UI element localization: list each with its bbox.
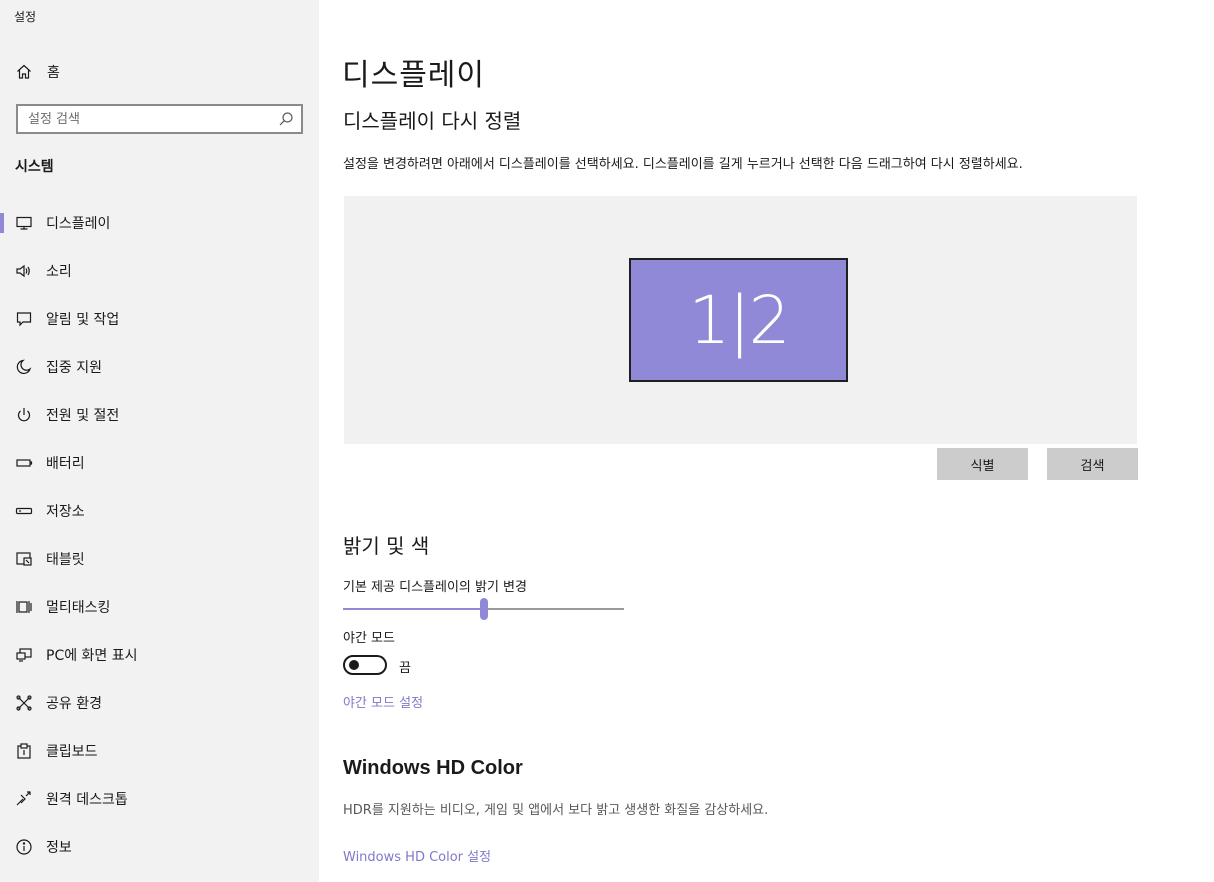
- sidebar-item-focus-assist[interactable]: 집중 지원: [0, 347, 319, 387]
- night-mode-state: 끔: [399, 661, 411, 676]
- sidebar-item-label: 홈: [47, 65, 60, 81]
- tablet-icon: [14, 549, 34, 569]
- active-indicator: [0, 213, 4, 233]
- app-title: 설정: [14, 10, 37, 24]
- night-mode-label: 야간 모드: [343, 631, 395, 646]
- rearrange-description: 설정을 변경하려면 아래에서 디스플레이를 선택하세요. 디스플레이를 길게 누…: [343, 157, 1023, 172]
- battery-icon: [14, 453, 34, 473]
- moon-icon: [14, 357, 34, 377]
- sidebar-item-about[interactable]: 정보: [0, 827, 319, 867]
- sidebar-item-label: 알림 및 작업: [46, 312, 120, 328]
- brightness-heading: 밝기 및 색: [343, 534, 430, 558]
- identify-button[interactable]: 식별: [937, 448, 1028, 480]
- search-box: [16, 104, 303, 134]
- sidebar-item-remote-desktop[interactable]: 원격 데스크톱: [0, 779, 319, 819]
- sidebar-item-shared-experiences[interactable]: 공유 환경: [0, 683, 319, 723]
- sidebar-item-label: 배터리: [46, 456, 85, 472]
- display-arrangement-area[interactable]: 1|2: [344, 196, 1137, 444]
- home-icon: [14, 62, 34, 82]
- sidebar-item-battery[interactable]: 배터리: [0, 443, 319, 483]
- sidebar-item-label: 전원 및 절전: [46, 408, 120, 424]
- rearrange-heading: 디스플레이 다시 정렬: [343, 109, 522, 133]
- display-monitor-tile[interactable]: 1|2: [629, 258, 848, 382]
- toggle-knob: [349, 660, 359, 670]
- notification-icon: [14, 309, 34, 329]
- sidebar-item-label: 집중 지원: [46, 360, 102, 376]
- search-icon[interactable]: [277, 110, 295, 128]
- sidebar-item-label: 소리: [46, 264, 72, 280]
- multitasking-icon: [14, 597, 34, 617]
- main-content: 디스플레이 디스플레이 다시 정렬 설정을 변경하려면 아래에서 디스플레이를 …: [319, 0, 1214, 882]
- speaker-icon: [14, 261, 34, 281]
- sidebar-item-label: 공유 환경: [46, 696, 102, 712]
- sidebar-item-label: PC에 화면 표시: [46, 648, 138, 664]
- sidebar-item-label: 저장소: [46, 504, 85, 520]
- sidebar: 설정 홈 시스템 디스플레이 소리 알림 및 작업: [0, 0, 319, 882]
- sidebar-item-label: 디스플레이: [46, 216, 111, 232]
- night-mode-toggle[interactable]: [343, 655, 387, 675]
- sidebar-item-sound[interactable]: 소리: [0, 251, 319, 291]
- clipboard-icon: [14, 741, 34, 761]
- sidebar-item-multitasking[interactable]: 멀티태스킹: [0, 587, 319, 627]
- brightness-slider-fill: [343, 608, 484, 610]
- shared-experiences-icon: [14, 693, 34, 713]
- sidebar-item-tablet[interactable]: 태블릿: [0, 539, 319, 579]
- remote-desktop-icon: [14, 789, 34, 809]
- detect-button[interactable]: 검색: [1047, 448, 1138, 480]
- search-input[interactable]: [18, 106, 268, 132]
- hd-color-heading: Windows HD Color: [343, 757, 523, 779]
- section-heading: 시스템: [15, 159, 54, 175]
- storage-icon: [14, 501, 34, 521]
- sidebar-item-clipboard[interactable]: 클립보드: [0, 731, 319, 771]
- brightness-slider-thumb[interactable]: [479, 598, 488, 620]
- power-icon: [14, 405, 34, 425]
- page-title: 디스플레이: [342, 58, 485, 93]
- info-icon: [14, 837, 34, 857]
- sidebar-item-storage[interactable]: 저장소: [0, 491, 319, 531]
- project-icon: [14, 645, 34, 665]
- sidebar-item-power[interactable]: 전원 및 절전: [0, 395, 319, 435]
- sidebar-item-label: 원격 데스크톱: [46, 792, 128, 808]
- sidebar-item-home[interactable]: 홈: [0, 52, 319, 92]
- sidebar-item-label: 멀티태스킹: [46, 600, 111, 616]
- sidebar-item-display[interactable]: 디스플레이: [0, 203, 319, 243]
- brightness-slider-label: 기본 제공 디스플레이의 밝기 변경: [343, 580, 527, 595]
- night-mode-settings-link[interactable]: 야간 모드 설정: [343, 692, 423, 711]
- hd-color-description: HDR를 지원하는 비디오, 게임 및 앱에서 보다 밝고 생생한 화질을 감상…: [343, 803, 769, 818]
- sidebar-item-notifications[interactable]: 알림 및 작업: [0, 299, 319, 339]
- sidebar-item-label: 정보: [46, 840, 72, 856]
- monitor-icon: [14, 213, 34, 233]
- sidebar-item-label: 클립보드: [46, 744, 98, 760]
- hd-color-settings-link[interactable]: Windows HD Color 설정: [343, 846, 491, 865]
- sidebar-item-label: 태블릿: [46, 552, 85, 568]
- sidebar-item-project[interactable]: PC에 화면 표시: [0, 635, 319, 675]
